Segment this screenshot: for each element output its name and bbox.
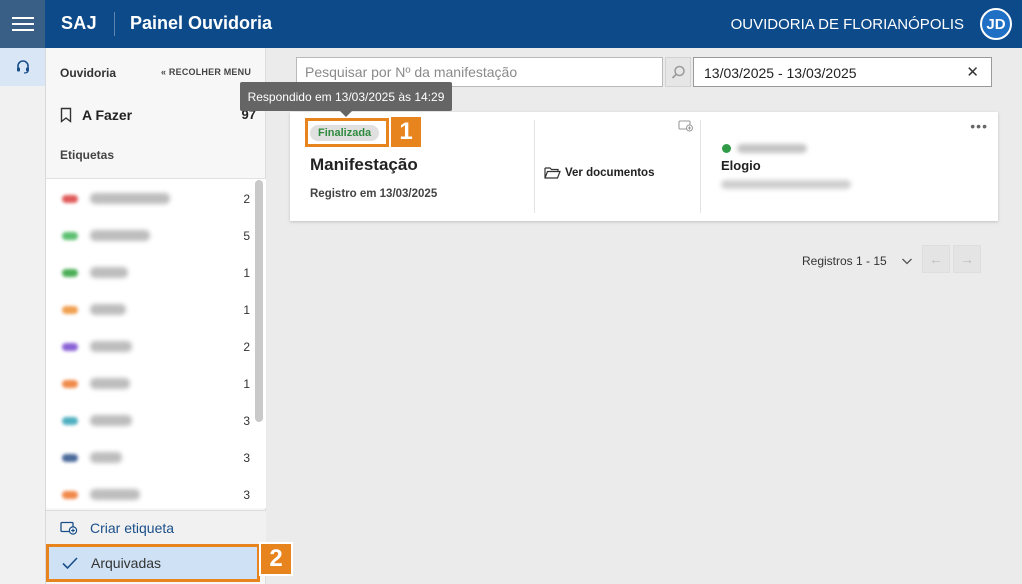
card-divider [534, 120, 535, 213]
left-rail [0, 48, 46, 584]
view-documents-link[interactable]: Ver documentos [544, 166, 654, 179]
date-range-value: 13/03/2025 - 13/03/2025 [704, 65, 857, 81]
create-tag-label: Criar etiqueta [90, 519, 175, 536]
sidebar-title: Ouvidoria [60, 66, 117, 80]
tag-count: 3 [243, 414, 250, 428]
app-header: SAJ Painel Ouvidoria OUVIDORIA DE FLORIA… [0, 0, 1022, 48]
tag-color-swatch [62, 306, 78, 314]
sidebar-item-label: A Fazer [82, 107, 133, 123]
tag-item[interactable]: 3 [46, 440, 256, 476]
double-chevron-left-icon: « [161, 67, 167, 77]
records-count: Registros 1 - 15 [802, 254, 887, 268]
tag-count: 3 [243, 451, 250, 465]
card-title: Manifestação [310, 155, 418, 174]
app-title: Painel Ouvidoria [130, 13, 273, 33]
tag-color-swatch [62, 454, 78, 462]
search-icon [671, 65, 685, 79]
search-button[interactable] [665, 57, 691, 87]
headset-icon [16, 60, 29, 74]
brand-logo: SAJ [61, 13, 97, 33]
plus-circle-icon [722, 144, 731, 153]
tag-name-redacted [90, 304, 126, 315]
chevron-down-icon[interactable] [901, 256, 913, 266]
rail-ouvidoria-button[interactable] [0, 48, 45, 86]
tag-item[interactable]: 1 [46, 255, 256, 291]
tag-count: 3 [243, 488, 250, 502]
tag-item[interactable]: 3 [46, 403, 256, 439]
callout-badge-1: 1 [389, 115, 423, 149]
hamburger-menu-button[interactable] [0, 0, 45, 48]
card-divider [700, 120, 701, 213]
tag-name-redacted [90, 415, 132, 426]
tag-color-swatch [62, 343, 78, 351]
tag-item[interactable]: 2 [46, 181, 256, 217]
redacted-text [721, 180, 851, 189]
more-options-icon[interactable]: ••• [970, 118, 988, 134]
tooltip-arrow [340, 111, 352, 117]
user-avatar[interactable]: JD [980, 8, 1012, 40]
sidebar: Ouvidoria « RECOLHER MENU A Fazer 97 Eti… [46, 48, 266, 584]
tag-count: 1 [243, 303, 250, 317]
organization-name[interactable]: OUVIDORIA DE FLORIANÓPOLIS [731, 16, 964, 33]
previous-page-button[interactable]: ← [922, 245, 950, 273]
tag-color-swatch [62, 380, 78, 388]
tag-name-redacted [90, 489, 140, 500]
check-icon [62, 557, 78, 570]
tag-color-swatch [62, 269, 78, 277]
manifestation-type: Elogio [721, 158, 761, 173]
folder-open-icon [544, 167, 561, 179]
tag-name-redacted [90, 193, 170, 204]
tag-item[interactable]: 5 [46, 218, 256, 254]
tag-color-swatch [62, 417, 78, 425]
brand-divider [114, 12, 115, 36]
tag-name-redacted [90, 378, 130, 389]
tag-item[interactable]: 1 [46, 366, 256, 402]
tag-color-swatch [62, 232, 78, 240]
tag-count: 2 [243, 192, 250, 206]
callout-highlight-box [305, 118, 389, 147]
tag-name-redacted [90, 267, 128, 278]
tag-list-scrollbar[interactable] [255, 180, 263, 422]
tag-color-swatch [62, 491, 78, 499]
tag-name-redacted [90, 341, 132, 352]
tags-section-title: Etiquetas [60, 148, 115, 162]
tag-item[interactable]: 1 [46, 292, 256, 328]
create-tag-button[interactable]: Criar etiqueta [46, 510, 266, 544]
tag-count: 1 [243, 377, 250, 391]
tag-color-swatch [62, 195, 78, 203]
clear-date-icon[interactable]: ✕ [966, 63, 979, 81]
redacted-text [737, 144, 807, 153]
add-tag-icon [60, 521, 78, 535]
archived-button[interactable]: Arquivadas [46, 544, 260, 582]
date-range-field[interactable]: 13/03/2025 - 13/03/2025 ✕ [693, 57, 992, 87]
tag-count: 1 [243, 266, 250, 280]
archived-label: Arquivadas [91, 555, 162, 571]
view-documents-label: Ver documentos [565, 166, 655, 179]
tag-name-redacted [90, 452, 122, 463]
tag-list: 2 5 1 1 2 1 3 3 3 [46, 178, 266, 508]
tag-item[interactable]: 3 [46, 477, 256, 508]
main-content: 13/03/2025 - 13/03/2025 ✕ Finalizada Man… [267, 48, 1022, 584]
card-registration-date: Registro em 13/03/2025 [310, 188, 438, 200]
callout-badge-2: 2 [259, 542, 293, 576]
tag-count: 5 [243, 229, 250, 243]
collapse-menu-button[interactable]: « RECOLHER MENU [161, 67, 251, 77]
sidebar-item-a-fazer[interactable]: A Fazer 97 [60, 104, 256, 126]
tooltip: Respondido em 13/03/2025 às 14:29 [240, 82, 452, 111]
next-page-button[interactable]: → [953, 245, 981, 273]
tag-name-redacted [90, 230, 150, 241]
collapse-menu-label: RECOLHER MENU [168, 67, 252, 77]
tag-item[interactable]: 2 [46, 329, 256, 365]
add-tag-icon[interactable] [678, 120, 694, 132]
tag-count: 2 [243, 340, 250, 354]
bookmark-icon [60, 107, 72, 123]
